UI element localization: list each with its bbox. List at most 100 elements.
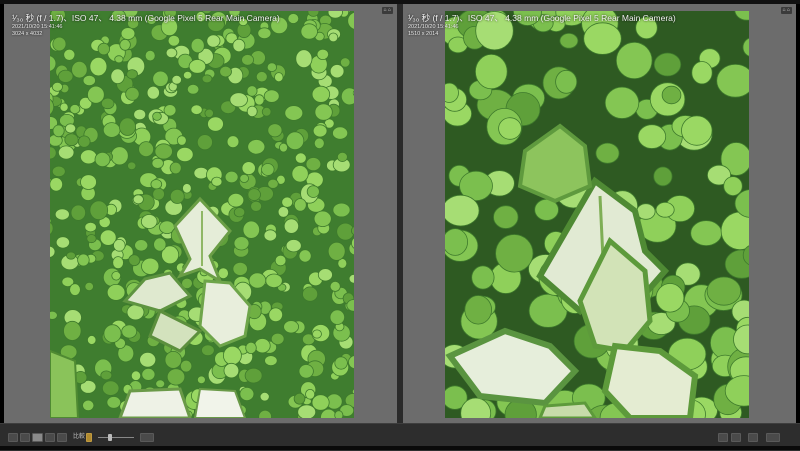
survey-view-icon[interactable]: [45, 433, 55, 442]
leaf-shape: [146, 85, 160, 100]
leaf-shape: [604, 86, 640, 119]
leaf-shape: [112, 256, 124, 270]
leaf-shape: [163, 104, 177, 117]
zoom-readout[interactable]: [140, 433, 154, 442]
leaf-shape: [306, 185, 320, 198]
compare-pane-candidate[interactable]: ¹⁄₃₀ 秒 (f / 1.7)、ISO 47、 4.38 mm (Google…: [403, 4, 796, 423]
pane-flag-icon[interactable]: ⌂ ⌂: [381, 7, 393, 14]
done-icon[interactable]: [766, 433, 780, 442]
photo-candidate[interactable]: [445, 11, 749, 418]
leaf-shape: [121, 324, 138, 339]
leaf-shape: [188, 59, 207, 74]
nav-arrows-icon[interactable]: [748, 433, 758, 442]
leaf-shape: [661, 85, 682, 105]
leaf-shape: [94, 151, 111, 168]
leaf-shape: [332, 202, 351, 218]
leaf-shape: [313, 137, 325, 150]
leaf-shape: [248, 272, 267, 289]
leaf-shape: [284, 105, 304, 121]
leaf-shape: [139, 351, 157, 368]
plant-photo-left: [50, 11, 354, 418]
leaf-shape: [166, 368, 186, 386]
leaf-shape: [329, 309, 346, 325]
leaf-shape: [102, 380, 120, 396]
leaf-shape: [302, 286, 319, 302]
leaf-shape: [150, 179, 163, 190]
leaf-shape: [334, 356, 348, 370]
leaf-shape: [246, 85, 258, 97]
leaf-shape: [165, 47, 178, 59]
leaf-shape: [233, 236, 250, 251]
people-view-icon[interactable]: [57, 433, 67, 442]
leaf-shape: [283, 218, 299, 234]
leaf-shape: [267, 123, 283, 138]
leaf-shape: [348, 274, 354, 284]
swap-icon[interactable]: [718, 433, 728, 442]
leaf-shape: [153, 237, 167, 252]
leaf-shape: [233, 207, 246, 218]
leaf-shape: [298, 364, 314, 379]
compare-label: 比較: [73, 434, 86, 440]
leaf-shape: [69, 283, 81, 296]
leaf-shape: [59, 102, 69, 112]
leaf-shape: [254, 94, 265, 106]
leaf-shape: [328, 32, 339, 43]
leaf-shape: [247, 188, 261, 202]
leaf-shape: [291, 165, 309, 183]
leaf-shape: [82, 74, 96, 87]
leaf-shape: [268, 307, 284, 323]
compare-pane-select[interactable]: ¹⁄₃₀ 秒 (f / 1.7)、ISO 47、 4.38 mm (Google…: [4, 4, 397, 423]
leaf-shape: [193, 166, 209, 180]
leaf-shape: [637, 124, 667, 149]
leaf-shape: [317, 268, 333, 282]
leaf-shape: [329, 64, 345, 79]
photo-info-overlay: ¹⁄₃₀ 秒 (f / 1.7)、ISO 47、 4.38 mm (Google…: [12, 13, 280, 38]
leaf-shape: [63, 320, 82, 341]
leaf-shape: [232, 261, 248, 276]
lock-icon[interactable]: [86, 433, 92, 442]
leaf-shape: [141, 367, 156, 381]
leaf-shape: [70, 204, 87, 221]
leaf-shape: [186, 84, 200, 95]
leaf-shape: [97, 42, 111, 56]
leaf-shape: [305, 388, 316, 400]
leaf-shape: [113, 239, 126, 252]
leaf-shape: [274, 254, 287, 267]
leaf-shape: [152, 111, 162, 121]
leaf-shape: [226, 135, 240, 149]
leaf-shape: [293, 198, 307, 212]
leaf-shape: [293, 392, 306, 405]
leaf-shape: [86, 234, 97, 244]
zoom-slider-track[interactable]: [98, 437, 134, 438]
leaf-shape: [329, 280, 341, 292]
leaf-shape: [305, 157, 322, 172]
leaf-shape: [119, 38, 131, 51]
photo-select[interactable]: [50, 11, 354, 418]
leaf-shape: [595, 142, 620, 164]
leaf-shape: [259, 392, 270, 402]
leaf-shape: [101, 97, 115, 110]
leaf-shape: [295, 49, 313, 69]
leaf-shape: [111, 271, 121, 281]
leaf-shape: [110, 68, 125, 85]
make-select-icon[interactable]: [731, 433, 741, 442]
leaf-shape: [64, 133, 79, 147]
leaf-shape: [219, 65, 232, 78]
leaf-shape: [138, 141, 154, 158]
leaf-shape: [141, 257, 160, 275]
leaf-shape: [80, 174, 97, 190]
leaf-shape: [119, 117, 137, 136]
pane-flag-icon[interactable]: ⌂ ⌂: [780, 7, 792, 14]
image-dimensions: 1510 x 2014: [408, 31, 439, 37]
compare-view-icon[interactable]: [32, 433, 43, 442]
leaf-shape: [327, 241, 346, 261]
leaf-shape: [287, 13, 300, 24]
grid-view-icon[interactable]: [8, 433, 18, 442]
leaf-shape: [242, 220, 261, 239]
leaf-shape: [311, 85, 331, 103]
loupe-view-icon[interactable]: [20, 433, 30, 442]
leaf-shape: [653, 166, 673, 187]
zoom-slider-icon[interactable]: [108, 434, 112, 441]
leaf-shape: [50, 310, 58, 320]
leaf-shape: [316, 48, 330, 61]
